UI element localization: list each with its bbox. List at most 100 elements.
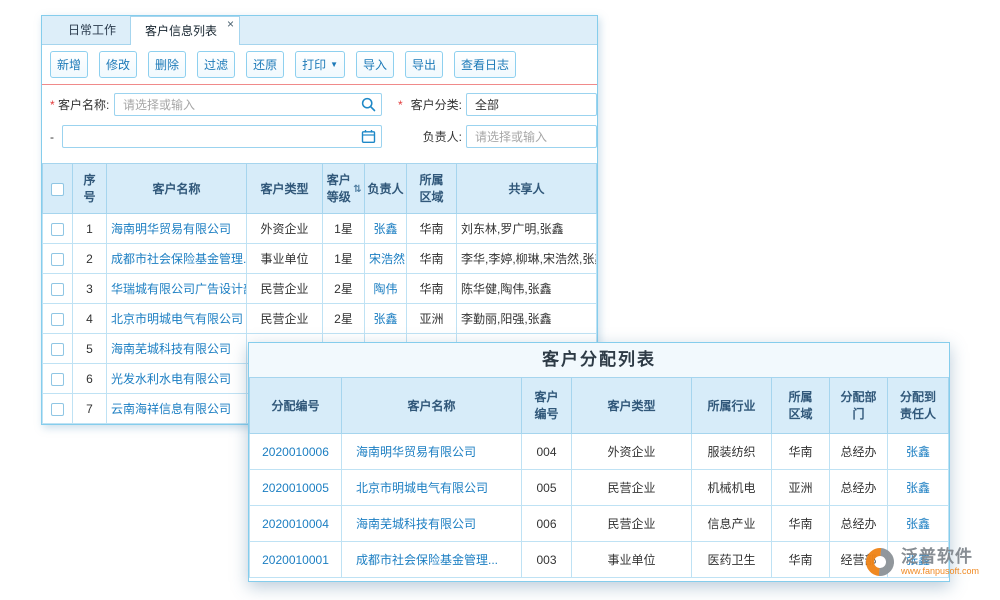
cell-customer-name: 成都市社会保险基金管理... — [342, 542, 522, 578]
print-button[interactable]: 打印 ▼ — [295, 51, 345, 78]
customer-name-link[interactable]: 海南明华贸易有限公司 — [356, 445, 476, 459]
customer-name-link[interactable]: 华瑞城有限公司广告设计部 — [111, 282, 247, 296]
cell-checkbox — [43, 214, 73, 244]
view-log-button[interactable]: 查看日志 — [454, 51, 516, 78]
search-icon[interactable] — [361, 97, 376, 112]
row-checkbox[interactable] — [51, 223, 64, 236]
cell-type: 外资企业 — [247, 214, 323, 244]
table-row: 2020010006 海南明华贸易有限公司 004 外资企业 服装纺织 华南 总… — [250, 434, 949, 470]
row-checkbox[interactable] — [51, 283, 64, 296]
col-header-alloc-no: 分配编号 — [250, 378, 342, 434]
row-checkbox[interactable] — [51, 373, 64, 386]
customer-name-link[interactable]: 成都市社会保险基金管理... — [111, 252, 247, 266]
allocation-no-link[interactable]: 2020010006 — [262, 445, 329, 459]
cell-checkbox — [43, 334, 73, 364]
filter-button[interactable]: 过滤 — [197, 51, 235, 78]
calendar-icon[interactable] — [361, 129, 376, 144]
table-row: 1 海南明华贸易有限公司 外资企业 1星 张鑫 华南 刘东林,罗广明,张鑫 — [43, 214, 597, 244]
cell-dept: 总经办 — [830, 470, 888, 506]
cell-level: 1星 — [323, 244, 365, 274]
sort-icon[interactable]: ⇅ — [353, 184, 361, 195]
modify-button[interactable]: 修改 — [99, 51, 137, 78]
filter-row-1: * 客户名称: * 客户分类: — [50, 93, 597, 116]
export-button[interactable]: 导出 — [405, 51, 443, 78]
watermark-url: www.fanpusoft.com — [901, 567, 979, 577]
customer-category-select[interactable] — [466, 93, 597, 116]
cell-owner: 张鑫 — [365, 304, 407, 334]
cell-industry: 服装纺织 — [692, 434, 772, 470]
tab-customer-info-list[interactable]: 客户信息列表 × — [130, 16, 240, 45]
customer-name-link[interactable]: 光发水利水电有限公司 — [111, 372, 231, 386]
col-header-cust-no: 客户编号 — [522, 378, 572, 434]
assignee-link[interactable]: 张鑫 — [906, 445, 930, 459]
col-header-type: 客户类型 — [572, 378, 692, 434]
owner-link[interactable]: 陶伟 — [373, 282, 397, 296]
allocation-no-link[interactable]: 2020010005 — [262, 481, 329, 495]
cell-cust-no: 005 — [522, 470, 572, 506]
cell-alloc-no: 2020010005 — [250, 470, 342, 506]
table-row: 2020010005 北京市明城电气有限公司 005 民营企业 机械机电 亚洲 … — [250, 470, 949, 506]
restore-button[interactable]: 还原 — [246, 51, 284, 78]
customer-name-link[interactable]: 成都市社会保险基金管理... — [356, 553, 498, 567]
owner-link[interactable]: 张鑫 — [373, 222, 397, 236]
cell-customer-name: 北京市明城电气有限公司 — [342, 470, 522, 506]
toolbar: 新增 修改 删除 过滤 还原 打印 ▼ 导入 导出 查看日志 — [42, 45, 597, 84]
customer-category-label: 客户分类: — [406, 96, 462, 113]
customer-name-field — [114, 93, 382, 116]
delete-button[interactable]: 删除 — [148, 51, 186, 78]
cell-owner: 陶伟 — [365, 274, 407, 304]
fanpu-watermark: 泛普软件 www.fanpusoft.com — [866, 548, 979, 577]
tab-bar: 日常工作 客户信息列表 × — [42, 16, 597, 45]
import-button[interactable]: 导入 — [356, 51, 394, 78]
close-icon[interactable]: × — [227, 17, 234, 31]
customer-name-link[interactable]: 北京市明城电气有限公司 — [356, 481, 488, 495]
customer-name-link[interactable]: 云南海祥信息有限公司 — [111, 402, 231, 416]
row-checkbox[interactable] — [51, 403, 64, 416]
cell-seq: 1 — [73, 214, 107, 244]
owner-link[interactable]: 宋浩然 — [369, 252, 405, 266]
allocation-no-link[interactable]: 2020010004 — [262, 517, 329, 531]
tab-label: 客户信息列表 — [145, 24, 217, 38]
customer-name-input[interactable] — [114, 93, 382, 116]
cell-customer-name: 华瑞城有限公司广告设计部 — [107, 274, 247, 304]
cell-customer-name: 光发水利水电有限公司 — [107, 364, 247, 394]
customer-name-link[interactable]: 海南芜城科技有限公司 — [356, 517, 476, 531]
table-row: 4 北京市明城电气有限公司 民营企业 2星 张鑫 亚洲 李勤丽,阳强,张鑫 — [43, 304, 597, 334]
cell-alloc-no: 2020010006 — [250, 434, 342, 470]
fanpu-logo-icon — [860, 543, 899, 582]
select-all-checkbox[interactable] — [51, 183, 64, 196]
customer-name-label: 客户名称: — [58, 96, 114, 113]
cell-customer-name: 海南明华贸易有限公司 — [342, 434, 522, 470]
col-header-name: 客户名称 — [342, 378, 522, 434]
cell-assignee: 张鑫 — [888, 470, 949, 506]
col-header-region: 所属区域 — [772, 378, 830, 434]
date-range-separator: - — [50, 130, 62, 144]
add-button[interactable]: 新增 — [50, 51, 88, 78]
owner-field — [466, 125, 597, 148]
caret-down-icon: ▼ — [330, 60, 338, 69]
customer-name-link[interactable]: 海南明华贸易有限公司 — [111, 222, 231, 236]
cell-region: 华南 — [772, 434, 830, 470]
row-checkbox[interactable] — [51, 253, 64, 266]
tab-daily-work[interactable]: 日常工作 — [54, 16, 130, 44]
assignee-link[interactable]: 张鑫 — [906, 517, 930, 531]
cell-seq: 7 — [73, 394, 107, 424]
customer-name-link[interactable]: 北京市明城电气有限公司 — [111, 312, 243, 326]
cell-seq: 4 — [73, 304, 107, 334]
allocation-no-link[interactable]: 2020010001 — [262, 553, 329, 567]
allocation-window: 客户分配列表 分配编号 客户名称 客户编号 客户类型 所属行业 所属区域 分配部… — [248, 342, 950, 582]
customer-name-link[interactable]: 海南芜城科技有限公司 — [111, 342, 231, 356]
owner-link[interactable]: 张鑫 — [373, 312, 397, 326]
desktop: 日常工作 客户信息列表 × 新增 修改 删除 过滤 还原 打印 ▼ 导入 导出 … — [0, 0, 1000, 600]
cell-region: 亚洲 — [407, 304, 457, 334]
assignee-link[interactable]: 张鑫 — [906, 481, 930, 495]
date-input[interactable] — [62, 125, 382, 148]
col-header-region: 所属区域 — [407, 164, 457, 214]
cell-cust-no: 003 — [522, 542, 572, 578]
row-checkbox[interactable] — [51, 343, 64, 356]
cell-shared: 李勤丽,阳强,张鑫 — [457, 304, 597, 334]
cell-dept: 总经办 — [830, 506, 888, 542]
owner-input[interactable] — [466, 125, 597, 148]
row-checkbox[interactable] — [51, 313, 64, 326]
cell-type: 民营企业 — [572, 470, 692, 506]
